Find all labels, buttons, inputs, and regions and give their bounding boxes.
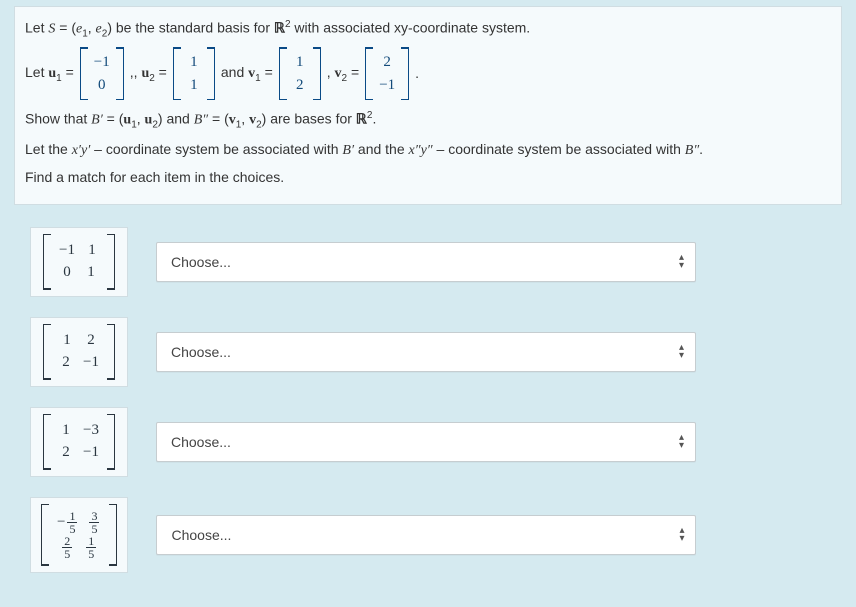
text: ,: [137, 111, 145, 127]
text: – coordinate system be associated with: [433, 141, 685, 157]
cell: 2: [380, 51, 394, 74]
cell: 15: [84, 535, 98, 560]
line-1: Let S = (e1, e2) be the standard basis f…: [25, 17, 831, 41]
cell: −1: [83, 354, 99, 371]
var: B′: [342, 143, 354, 158]
answer-select-1-wrap: Choose...: [156, 242, 696, 282]
text: Let: [25, 64, 48, 80]
text: ) and: [158, 111, 194, 127]
text: = (: [55, 20, 76, 36]
matrix-box-1: −1 1 01: [30, 227, 128, 297]
vector-definitions: Let u1 = −10 ,, u2 = 11 and v1 = 12 , v2…: [25, 47, 831, 100]
text: and: [221, 64, 248, 80]
text: = (: [208, 111, 229, 127]
cell: 0: [95, 74, 109, 97]
text: with associated xy-coordinate system.: [291, 20, 531, 36]
cell: 25: [60, 535, 74, 560]
matrix: 1 −3 2 −1: [43, 414, 115, 470]
answer-select-4[interactable]: Choose...: [156, 515, 696, 555]
var-Bdprime: B″: [194, 113, 208, 128]
cell: −15: [57, 510, 77, 535]
cell: −1: [59, 242, 75, 259]
cell: 0: [60, 264, 74, 281]
cell: 2: [293, 74, 307, 97]
cell: 1: [293, 51, 307, 74]
text-let: Let u1 =: [25, 62, 74, 86]
var-Bprime: B′: [91, 113, 103, 128]
text: Let: [25, 20, 48, 36]
text: ,, u2 =: [130, 62, 167, 86]
matrix-v1: 12: [279, 47, 321, 100]
cell: 1: [85, 242, 99, 259]
var-v2: v: [335, 66, 342, 81]
cell: −1: [379, 74, 395, 97]
text: .: [699, 141, 703, 157]
real-symbol: ℝ: [274, 22, 285, 37]
text: =: [261, 64, 273, 80]
text: .: [415, 63, 419, 84]
var-u1: u: [48, 66, 56, 81]
text: ) be the standard basis for: [107, 20, 274, 36]
matrix: −1 1 01: [43, 234, 115, 290]
cell: 1: [84, 264, 98, 281]
text: = (: [103, 111, 124, 127]
text: , v2 =: [327, 62, 359, 86]
text: .: [372, 111, 376, 127]
match-row: −1 1 01 Choose...: [30, 227, 842, 297]
question-box: Let S = (e1, e2) be the standard basis f…: [14, 6, 842, 205]
cell: 2: [59, 354, 73, 371]
match-area: −11 01 Choose... 12 2−1: [0, 223, 856, 607]
matrix-box-3: 1 −3 2 −1: [30, 407, 128, 477]
cell: 2: [84, 332, 98, 349]
answer-select-4-wrap: Choose...: [156, 515, 696, 555]
line-4: Let the x′y′ – coordinate system be asso…: [25, 139, 831, 161]
text: =: [155, 64, 167, 80]
line-5: Find a match for each item in the choice…: [25, 167, 831, 188]
matrix-v2: 2−1: [365, 47, 409, 100]
text: Show that: [25, 111, 91, 127]
var-xppypp: x″y″: [409, 143, 433, 158]
answer-select-2-wrap: Choose...: [156, 332, 696, 372]
cell: −1: [83, 444, 99, 461]
var: B″: [685, 143, 699, 158]
matrix: 12 2−1: [43, 324, 115, 380]
cell: 1: [187, 74, 201, 97]
cell: 1: [187, 51, 201, 74]
text: ,: [327, 64, 335, 80]
text: =: [62, 64, 74, 80]
matrix: −15 35 25 15: [41, 504, 117, 566]
var-xpyp: x′y′: [72, 143, 91, 158]
answer-select-3[interactable]: Choose...: [156, 422, 696, 462]
text: – coordinate system be associated with: [90, 141, 342, 157]
text: ,: [241, 111, 249, 127]
cell: 1: [60, 332, 74, 349]
matrix-box-4: −15 35 25 15: [30, 497, 128, 573]
cell: −3: [83, 422, 99, 439]
answer-select-3-wrap: Choose...: [156, 422, 696, 462]
text: and the: [354, 141, 409, 157]
cell: −1: [94, 51, 110, 74]
text-and: and v1 =: [221, 62, 273, 86]
real-symbol: ℝ: [356, 113, 367, 128]
answer-select-2[interactable]: Choose...: [156, 332, 696, 372]
answer-select-1[interactable]: Choose...: [156, 242, 696, 282]
matrix-u1: −10: [80, 47, 124, 100]
match-row: 12 2−1 Choose...: [30, 317, 842, 387]
match-row: −15 35 25 15 Choose...: [30, 497, 842, 573]
match-row: 1 −3 2 −1 Choose...: [30, 407, 842, 477]
cell: 1: [59, 422, 73, 439]
text: Let the: [25, 141, 72, 157]
text: ,,: [130, 64, 142, 80]
matrix-box-2: 12 2−1: [30, 317, 128, 387]
line-3: Show that B′ = (u1, u2) and B″ = (v1, v2…: [25, 108, 831, 132]
text: =: [347, 64, 359, 80]
cell: 35: [87, 510, 101, 535]
text: ) are bases for: [262, 111, 356, 127]
cell: 2: [59, 444, 73, 461]
text: ,: [88, 20, 96, 36]
var: v: [229, 113, 236, 128]
matrix-u2: 11: [173, 47, 215, 100]
